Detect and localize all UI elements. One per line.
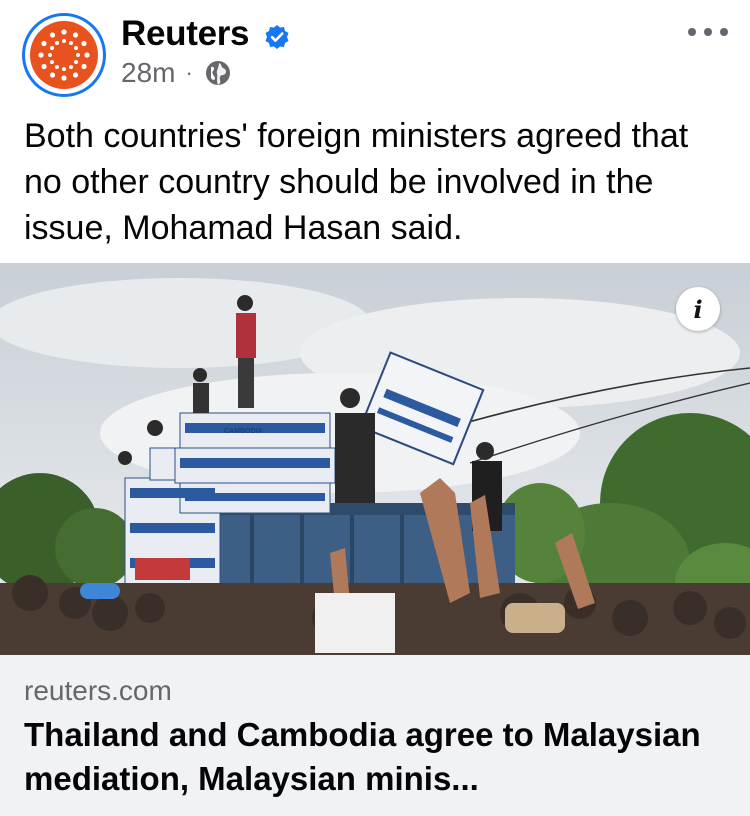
meta-separator: · (185, 60, 193, 85)
post-meta: 28m · (121, 57, 233, 89)
info-button[interactable]: i (676, 287, 720, 331)
post-header: Reuters 28m · (0, 0, 750, 105)
photo-illustration: CAMBODIA (0, 263, 750, 655)
verified-badge-icon (265, 25, 289, 49)
link-title[interactable]: Thailand and Cambodia agree to Malaysian… (24, 713, 734, 801)
link-preview-card[interactable]: reuters.com Thailand and Cambodia agree … (0, 655, 750, 816)
globe-icon (205, 61, 230, 85)
more-options-button[interactable] (688, 20, 728, 44)
reuters-logo-icon (30, 21, 98, 89)
box-label: CAMBODIA (224, 428, 263, 435)
post-time[interactable]: 28m (121, 57, 175, 89)
post-text: Both countries' foreign ministers agreed… (24, 117, 689, 247)
link-domain: reuters.com (24, 675, 172, 706)
page-name[interactable]: Reuters (121, 14, 250, 54)
more-horizontal-icon (688, 28, 696, 36)
page-avatar[interactable] (22, 13, 106, 97)
info-icon: i (693, 294, 703, 324)
post-photo[interactable]: CAMBODIA i (0, 263, 750, 655)
